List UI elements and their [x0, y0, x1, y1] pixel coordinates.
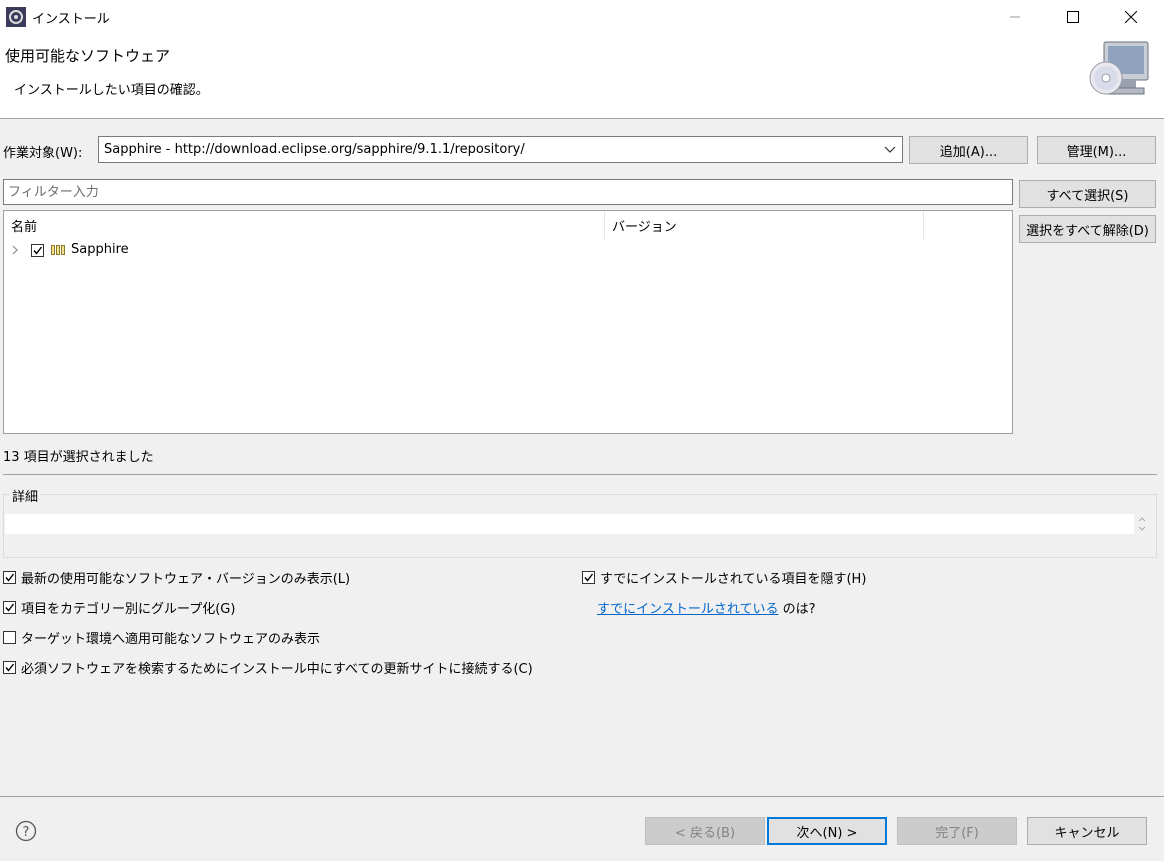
maximize-icon — [1067, 10, 1079, 23]
category-icon — [51, 245, 65, 255]
next-button[interactable]: 次へ(N) > — [767, 817, 887, 845]
help-icon: ? — [15, 820, 37, 842]
checkmark-icon — [5, 663, 15, 672]
already-installed-suffix: のは? — [782, 602, 816, 617]
group-by-category-label: 項目をカテゴリー別にグループ化(G) — [21, 602, 236, 617]
details-text — [5, 514, 1134, 534]
close-icon — [1125, 10, 1137, 23]
work-with-label: 作業対象(W): — [3, 146, 83, 161]
help-button[interactable]: ? — [15, 820, 37, 846]
target-only-checkbox[interactable] — [3, 631, 16, 644]
checkmark-icon — [5, 573, 15, 582]
title-bar — [0, 0, 1164, 33]
chevron-down-icon — [884, 146, 896, 153]
column-header-version[interactable]: バージョン — [605, 211, 924, 239]
work-with-combo[interactable]: Sapphire - http://download.eclipse.org/s… — [98, 136, 903, 163]
option-hide-installed[interactable]: すでにインストールされている項目を隠す(H) — [582, 568, 866, 587]
wizard-header: 使用可能なソフトウェア インストールしたい項目の確認。 — [0, 33, 1164, 119]
close-button[interactable] — [1108, 0, 1154, 33]
already-installed-link[interactable]: すでにインストールされている — [597, 602, 778, 617]
column-header-name[interactable]: 名前 — [4, 211, 605, 239]
page-title: 使用可能なソフトウェア — [5, 47, 171, 65]
back-button[interactable]: < 戻る(B) — [645, 817, 765, 845]
checkmark-icon — [5, 603, 15, 612]
filter-input[interactable] — [3, 179, 1013, 205]
add-site-button[interactable]: 追加(A)... — [909, 136, 1028, 164]
option-group-by-category[interactable]: 項目をカテゴリー別にグループ化(G) — [3, 598, 235, 617]
svg-text:?: ? — [23, 825, 30, 840]
finish-button[interactable]: 完了(F) — [897, 817, 1017, 845]
manage-sites-button[interactable]: 管理(M)... — [1037, 136, 1156, 164]
minimize-button[interactable] — [992, 0, 1038, 33]
hide-installed-checkbox[interactable] — [582, 571, 595, 584]
option-target-only[interactable]: ターゲット環境へ適用可能なソフトウェアのみ表示 — [3, 628, 320, 647]
scroll-arrows-icon — [1138, 517, 1146, 531]
select-all-button[interactable]: すべて選択(S) — [1019, 180, 1156, 208]
contact-all-sites-checkbox[interactable] — [3, 661, 16, 674]
row-name: Sapphire — [71, 242, 129, 257]
chevron-right-icon[interactable] — [11, 245, 19, 255]
hide-installed-label: すでにインストールされている項目を隠す(H) — [600, 572, 867, 587]
details-label: 詳細 — [10, 486, 41, 505]
cancel-button[interactable]: キャンセル — [1027, 817, 1147, 845]
checkmark-icon — [33, 246, 43, 255]
maximize-button[interactable] — [1050, 0, 1096, 33]
latest-only-label: 最新の使用可能なソフトウェア・バージョンのみ表示(L) — [21, 572, 351, 587]
details-scrollbar[interactable] — [1136, 514, 1148, 534]
tree-row[interactable]: Sapphire — [4, 239, 1012, 261]
latest-only-checkbox[interactable] — [3, 571, 16, 584]
option-latest-only[interactable]: 最新の使用可能なソフトウェア・バージョンのみ表示(L) — [3, 568, 350, 587]
footer-separator — [0, 796, 1164, 797]
minimize-icon — [1010, 16, 1020, 17]
already-installed-row: すでにインストールされている のは? — [597, 598, 816, 617]
contact-all-sites-label: 必須ソフトウェアを検索するためにインストール中にすべての更新サイトに接続する(C… — [21, 662, 533, 677]
install-computer-icon — [1086, 38, 1152, 102]
separator — [3, 474, 1157, 475]
option-contact-all-sites[interactable]: 必須ソフトウェアを検索するためにインストール中にすべての更新サイトに接続する(C… — [3, 658, 533, 677]
row-checkbox[interactable] — [31, 244, 44, 257]
target-only-label: ターゲット環境へ適用可能なソフトウェアのみ表示 — [21, 632, 321, 647]
page-description: インストールしたい項目の確認。 — [14, 83, 209, 98]
software-tree[interactable]: 名前 バージョン Sapphire — [3, 210, 1013, 434]
group-by-category-checkbox[interactable] — [3, 601, 16, 614]
eclipse-app-icon — [6, 7, 26, 27]
window-title: インストール — [32, 12, 110, 27]
deselect-all-button[interactable]: 選択をすべて解除(D) — [1019, 215, 1156, 243]
selection-status: 13 項目が選択されました — [3, 450, 154, 465]
work-with-value: Sapphire - http://download.eclipse.org/s… — [104, 142, 525, 157]
checkmark-icon — [584, 573, 594, 582]
